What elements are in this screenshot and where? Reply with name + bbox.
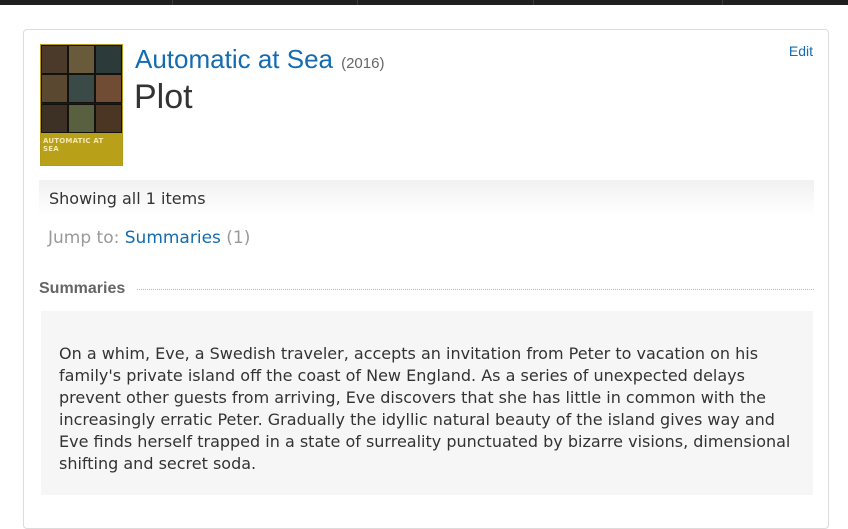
showing-items-text: Showing all 1 items [49, 189, 206, 208]
showing-items-bar: Showing all 1 items [39, 180, 814, 216]
title-link[interactable]: Automatic at Sea [135, 44, 333, 74]
jump-summaries-count: (1) [226, 228, 251, 248]
section-title: Summaries [39, 280, 126, 297]
title-line: Automatic at Sea (2016) [135, 44, 384, 75]
poster-thumbnail[interactable]: AUTOMATIC AT SEA [40, 44, 123, 166]
summary-item: On a whim, Eve, a Swedish traveler, acce… [41, 311, 813, 495]
jump-to-nav: Jump to: Summaries (1) [48, 228, 250, 248]
title-year: (2016) [341, 55, 385, 72]
jump-summaries-link[interactable]: Summaries [125, 228, 221, 248]
nav-divider [172, 0, 173, 5]
edit-link[interactable]: Edit [789, 43, 813, 59]
poster-image [41, 45, 122, 133]
section-divider [137, 288, 814, 290]
top-nav-bar [0, 0, 848, 5]
page-title: Plot [134, 78, 193, 116]
plot-panel: AUTOMATIC AT SEA Automatic at Sea (2016)… [23, 29, 829, 529]
summary-text: On a whim, Eve, a Swedish traveler, acce… [59, 344, 791, 473]
summaries-section-header: Summaries [39, 279, 814, 299]
nav-divider [533, 0, 534, 5]
jump-to-label: Jump to: [48, 228, 120, 248]
nav-divider [357, 0, 358, 5]
nav-divider [722, 0, 723, 5]
poster-title-text: AUTOMATIC AT SEA [43, 137, 104, 153]
